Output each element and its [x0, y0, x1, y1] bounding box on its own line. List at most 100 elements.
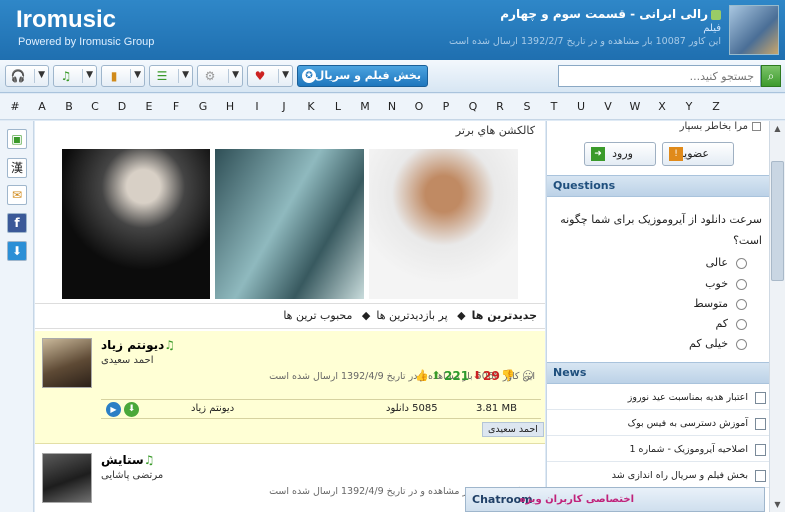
right-sidebar: مرا بخاطر بسپار ➜ ورود ! عضویت Questions س…: [546, 121, 770, 512]
chinese-char-icon[interactable]: 漢: [7, 158, 27, 178]
alpha-link[interactable]: C: [88, 100, 102, 113]
item-artist[interactable]: مرتضی پاشایی: [101, 470, 163, 481]
main-content: کالکشن هاي برتر جدیدترین ها ◆ پر بازدیدتر…: [35, 121, 545, 512]
alpha-link[interactable]: V: [601, 100, 615, 113]
play-icon[interactable]: ▶: [106, 402, 121, 417]
album-cover[interactable]: [42, 338, 92, 388]
radio-button[interactable]: [736, 318, 747, 330]
search-input[interactable]: [558, 65, 761, 87]
poll-question: سرعت دانلود از آیروموزیک برای شما چگونه …: [560, 213, 762, 247]
collection-image[interactable]: [215, 149, 364, 299]
chatroom-bar[interactable]: Chatroom اختصاصی کاربران ویژه: [465, 487, 765, 512]
alpha-link[interactable]: S: [520, 100, 534, 113]
radio-button[interactable]: [736, 338, 747, 350]
scroll-thumb[interactable]: [771, 161, 784, 281]
alpha-link[interactable]: #: [8, 100, 22, 113]
facebook-icon[interactable]: f: [7, 213, 27, 233]
collection-image[interactable]: [369, 149, 518, 299]
new-icon[interactable]: ▣: [7, 129, 27, 149]
tab-newest[interactable]: جدیدترین ها: [472, 309, 537, 322]
radio-button[interactable]: [736, 278, 747, 290]
radio-button[interactable]: [736, 257, 747, 269]
vertical-scrollbar[interactable]: ▲ ▼: [769, 121, 785, 512]
tools-menu-button[interactable]: ⚙ ▼: [197, 65, 243, 87]
alpha-link[interactable]: Y: [682, 100, 696, 113]
alpha-link[interactable]: J: [277, 100, 291, 113]
chevron-down-icon: ▼: [38, 70, 45, 80]
film-reel-icon: ✪: [302, 69, 316, 83]
poll-option[interactable]: خوب: [705, 277, 747, 290]
alpha-link[interactable]: D: [115, 100, 129, 113]
thumbs-up-icon[interactable]: 👍: [415, 369, 429, 383]
alpha-link[interactable]: B: [62, 100, 76, 113]
alpha-link[interactable]: X: [655, 100, 669, 113]
mail-icon[interactable]: ✉: [7, 185, 27, 205]
site-tagline: Powered by Iromusic Group: [18, 36, 155, 48]
movies-section-button[interactable]: ✪ بخش فیلم و سریال: [297, 65, 428, 87]
item-title[interactable]: ♫ستایش: [101, 453, 157, 467]
news-item[interactable]: اصلاحیه آیروموزیک - شماره 1: [547, 438, 770, 462]
alpha-link[interactable]: K: [304, 100, 318, 113]
alpha-link[interactable]: G: [196, 100, 210, 113]
register-icon: !: [669, 147, 683, 161]
tab-most-popular[interactable]: محبوب ترین ها: [283, 309, 352, 322]
scroll-down-icon[interactable]: ▼: [770, 497, 785, 512]
download-icon[interactable]: ⬇: [7, 241, 27, 261]
poll-option[interactable]: متوسط: [693, 297, 747, 310]
alpha-link[interactable]: O: [412, 100, 426, 113]
collection-image[interactable]: [62, 149, 210, 299]
cards-menu-button[interactable]: ♥ ▼: [247, 65, 293, 87]
music-menu-button[interactable]: ♫ ▼: [53, 65, 97, 87]
item-artist[interactable]: احمد سعیدی: [101, 355, 153, 366]
news-item[interactable]: اعتبار هدیه بمناسبت عید نوروز: [547, 386, 770, 410]
featured-thumbnail[interactable]: [729, 5, 779, 55]
alpha-link[interactable]: F: [169, 100, 183, 113]
list-item: ♫دیونتم زیاد احمد سعیدی این کاور 5060 با…: [35, 331, 545, 444]
register-button[interactable]: ! عضویت: [662, 142, 734, 166]
alpha-link[interactable]: L: [331, 100, 345, 113]
remember-checkbox[interactable]: [752, 121, 761, 131]
login-button[interactable]: ➜ ورود: [584, 142, 656, 166]
sad-face-icon[interactable]: ☹: [521, 369, 535, 383]
alpha-link[interactable]: M: [358, 100, 372, 113]
news-item[interactable]: آموزش دسترسی به فیس بوک: [547, 412, 770, 436]
alpha-link[interactable]: P: [439, 100, 453, 113]
alpha-link[interactable]: W: [628, 100, 642, 113]
alpha-link[interactable]: Z: [709, 100, 723, 113]
search-button[interactable]: ⌕: [761, 65, 781, 87]
item-title[interactable]: ♫دیونتم زیاد: [101, 338, 178, 352]
poll-option[interactable]: کم: [715, 317, 747, 330]
arrow-down-icon: ⬇: [472, 369, 482, 382]
scroll-up-icon[interactable]: ▲: [770, 121, 785, 136]
alpha-link[interactable]: U: [574, 100, 588, 113]
alpha-link[interactable]: H: [223, 100, 237, 113]
albums-menu-button[interactable]: ▮ ▼: [101, 65, 145, 87]
featured-category[interactable]: فیلم: [391, 23, 721, 34]
like-count: 221: [444, 369, 470, 383]
alpha-link[interactable]: N: [385, 100, 399, 113]
poll-option[interactable]: خیلی کم: [689, 337, 747, 350]
thumbs-down-icon[interactable]: 👎: [501, 369, 515, 383]
alpha-link[interactable]: T: [547, 100, 561, 113]
chevron-down-icon: ▼: [182, 70, 189, 80]
alpha-link[interactable]: I: [250, 100, 264, 113]
album-cover[interactable]: [42, 453, 92, 503]
alpha-link[interactable]: A: [35, 100, 49, 113]
radio-button[interactable]: [736, 298, 747, 310]
stack-menu-button[interactable]: ☰ ▼: [149, 65, 193, 87]
track-name[interactable]: دیونتم زیاد: [191, 403, 234, 414]
questions-header: Questions: [547, 175, 770, 197]
remember-me[interactable]: مرا بخاطر بسپار: [680, 121, 761, 132]
alpha-link[interactable]: R: [493, 100, 507, 113]
poll-option[interactable]: عالی: [706, 256, 747, 269]
artist-tag[interactable]: احمد سعیدی: [482, 422, 544, 437]
featured-title[interactable]: رالی ایرانی - قسمت سوم و چهارم: [391, 7, 721, 21]
tab-most-viewed[interactable]: پر بازدیدترین ها: [376, 309, 447, 322]
download-icon[interactable]: ⬇: [124, 402, 139, 417]
featured-item[interactable]: رالی ایرانی - قسمت سوم و چهارم فیلم این …: [391, 7, 721, 47]
site-logo[interactable]: Iromusic: [16, 6, 116, 34]
headphones-menu-button[interactable]: 🎧 ▼: [5, 65, 49, 87]
alpha-link[interactable]: Q: [466, 100, 480, 113]
news-item[interactable]: بخش فیلم و سریال راه اندازی شد: [547, 464, 770, 488]
alpha-link[interactable]: E: [142, 100, 156, 113]
